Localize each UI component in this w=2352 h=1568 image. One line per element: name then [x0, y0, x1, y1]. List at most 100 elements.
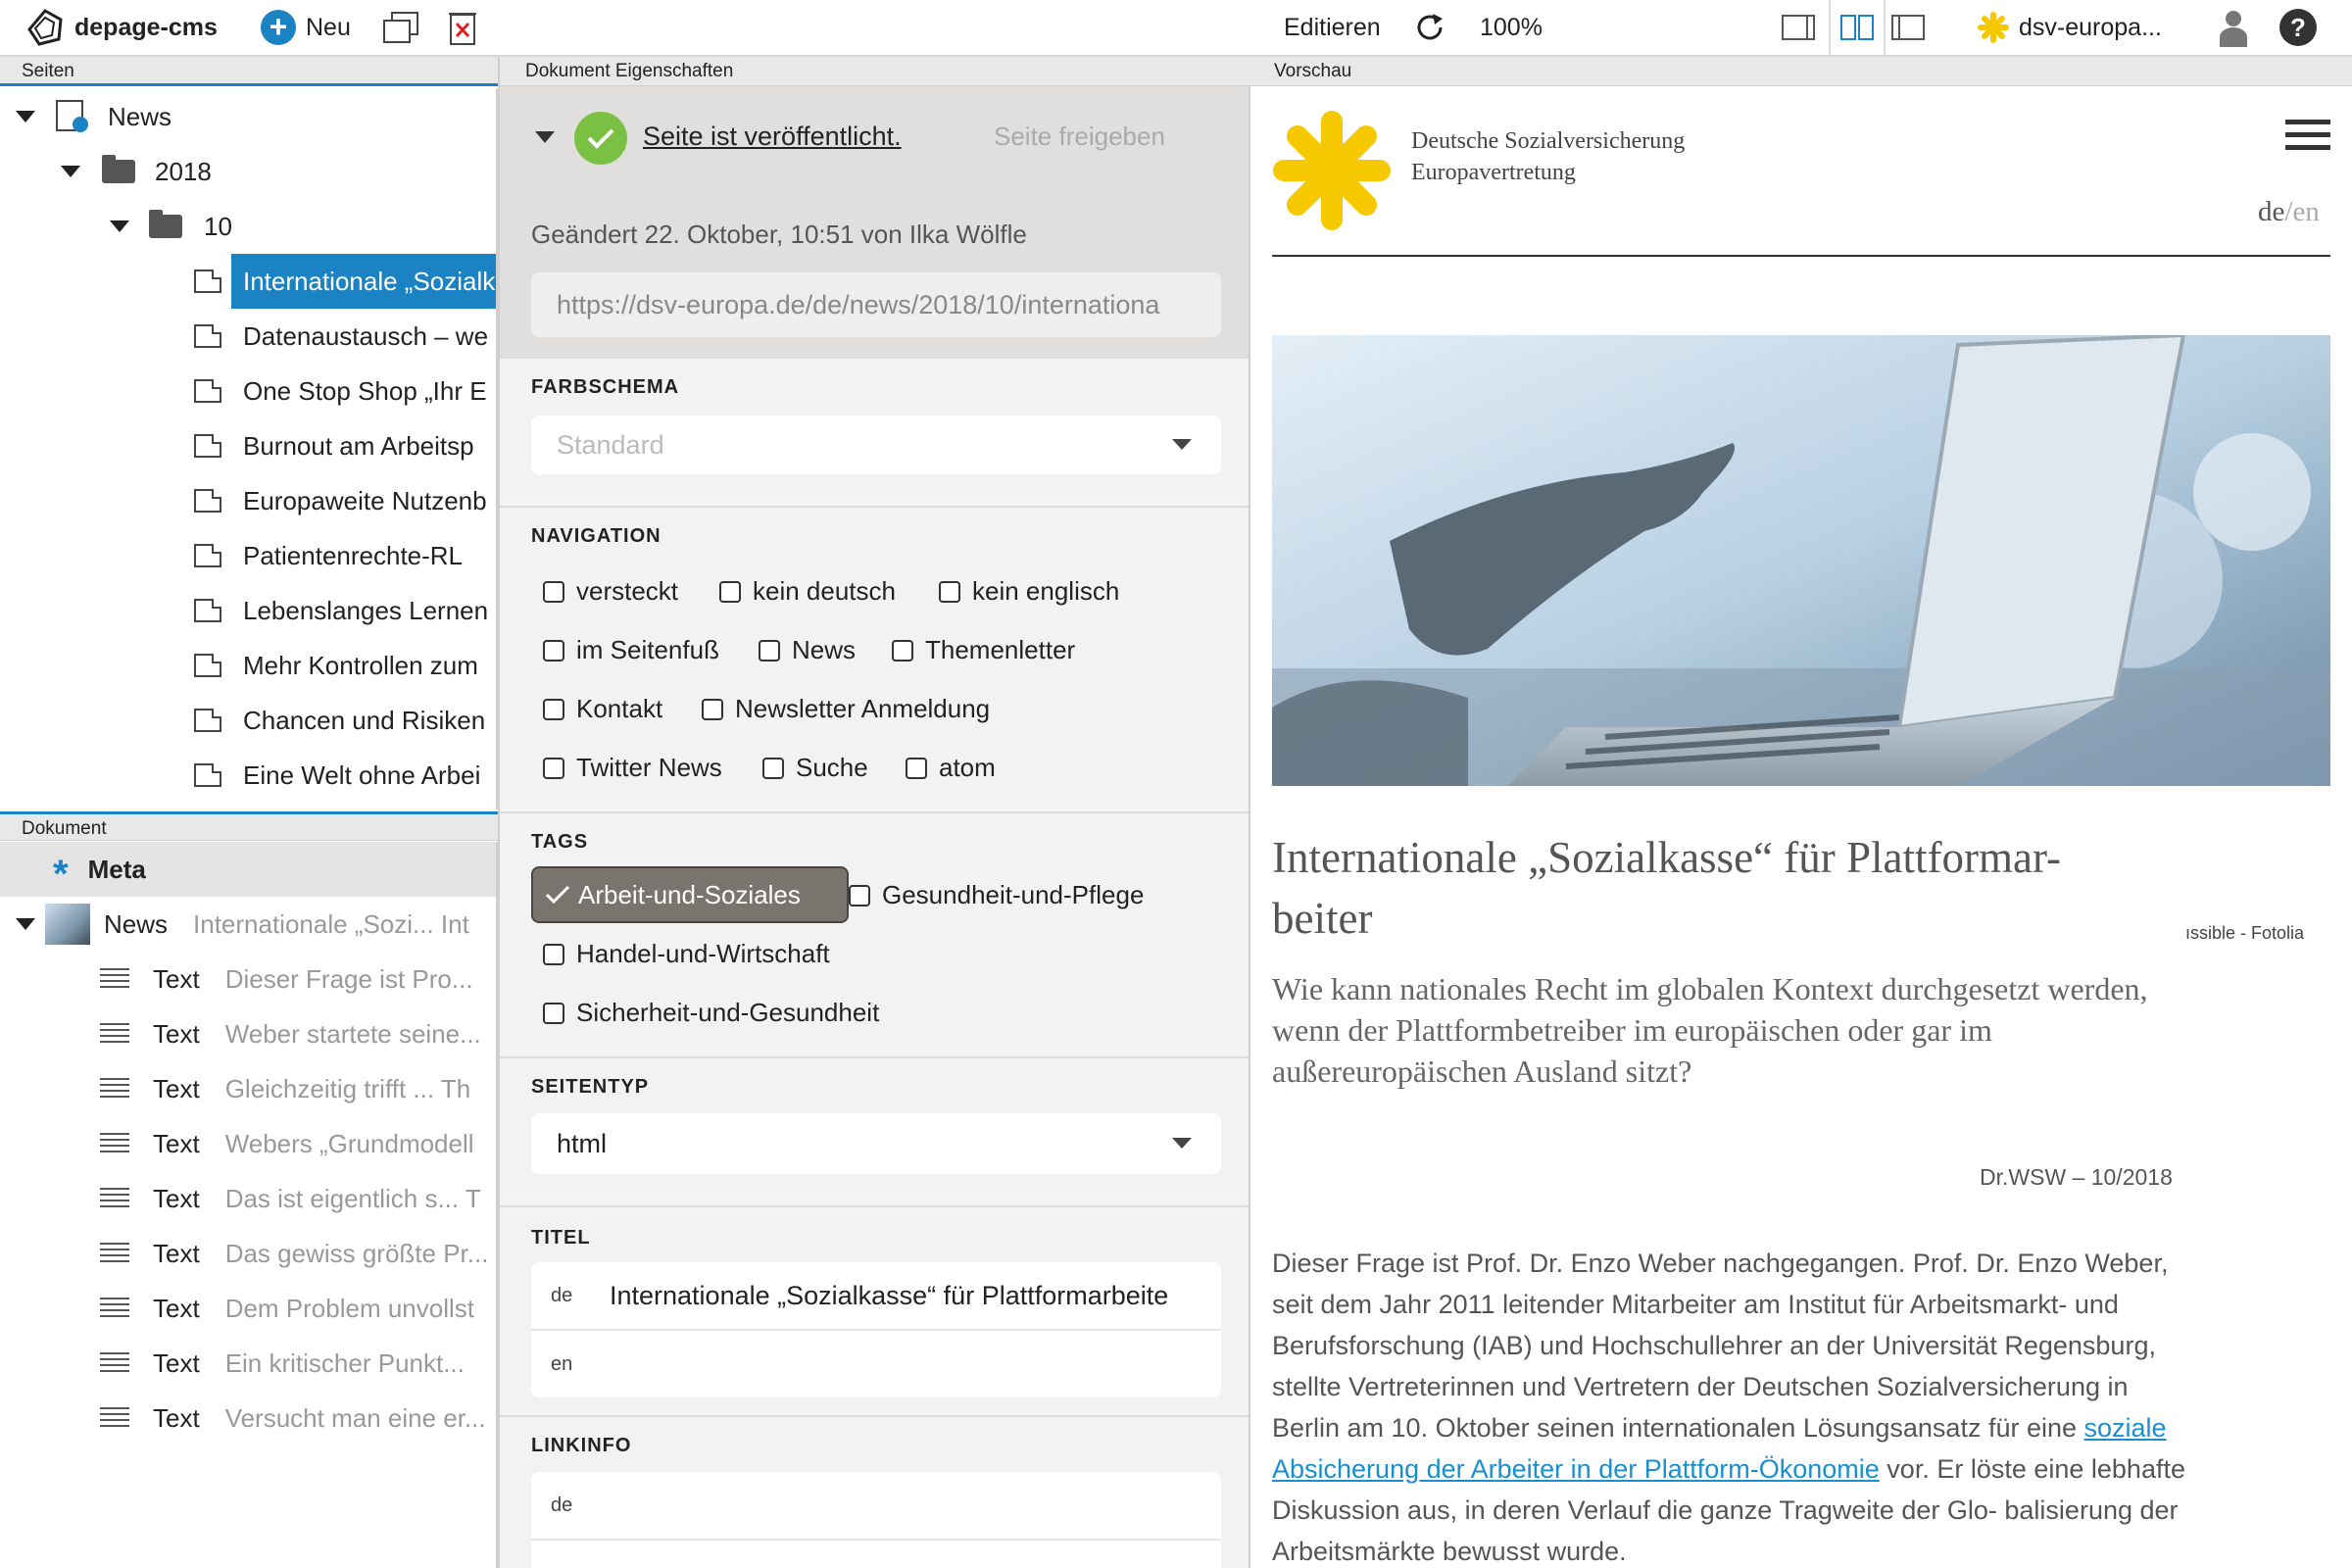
- doc-item-label: Meta: [87, 854, 146, 884]
- checkbox[interactable]: [702, 698, 723, 720]
- doc-item-text[interactable]: Text Weber startete seine...: [0, 1006, 481, 1061]
- title-de-value: Internationale „Sozialkasse“ für Plattfo…: [610, 1280, 1169, 1310]
- tree-item-page[interactable]: Lebenslanges Lernen: [0, 583, 488, 638]
- expand-triangle-icon[interactable]: [61, 166, 80, 177]
- title-en-field[interactable]: en: [531, 1331, 1221, 1397]
- check-icon: [545, 885, 570, 905]
- checkbox[interactable]: [543, 698, 564, 720]
- nav-checkbox-kein-deutsch[interactable]: kein deutsch: [719, 576, 896, 607]
- checkbox-label: im Seitenfuß: [576, 635, 719, 664]
- checkbox[interactable]: [543, 639, 564, 662]
- tree-item-page[interactable]: Burnout am Arbeitsp: [0, 418, 474, 473]
- layout-right-button[interactable]: [1891, 0, 1925, 55]
- published-status[interactable]: Seite ist veröffentlicht.: [643, 122, 902, 152]
- doc-item-text[interactable]: Text Versucht man eine er...: [0, 1391, 486, 1446]
- tree-label: Datenaustausch – we: [243, 320, 489, 351]
- chevron-down-icon: [1172, 439, 1192, 450]
- nav-checkbox-twitter-news[interactable]: Twitter News: [543, 753, 722, 783]
- tree-item-selected[interactable]: Internationale „Sozialkasse“: [0, 254, 496, 309]
- document-pane-header: Dokument: [0, 811, 498, 841]
- app-logo[interactable]: depage-cms: [25, 0, 218, 55]
- user-button[interactable]: [2217, 0, 2250, 55]
- page-icon: [194, 270, 221, 293]
- expand-triangle-icon[interactable]: [110, 220, 129, 232]
- tree-item-10[interactable]: 10: [0, 199, 232, 254]
- delete-button[interactable]: [447, 0, 478, 55]
- tree-item-2018[interactable]: 2018: [0, 144, 212, 199]
- tree-item-page[interactable]: Datenaustausch – we: [0, 309, 488, 364]
- doc-item-preview: Dieser Frage ist Pro...: [224, 963, 473, 994]
- nav-checkbox-versteckt[interactable]: versteckt: [543, 576, 678, 607]
- checkbox[interactable]: [849, 884, 870, 906]
- tree-item-page[interactable]: Patientenrechte-RL: [0, 528, 463, 583]
- tree-item-page[interactable]: Eine Welt ohne Arbei: [0, 748, 480, 803]
- nav-checkbox-kein-englisch[interactable]: kein englisch: [939, 576, 1119, 607]
- nav-checkbox-themenletter[interactable]: Themenletter: [892, 635, 1075, 665]
- checkbox[interactable]: [543, 580, 564, 603]
- tree-item-page[interactable]: Europaweite Nutzenb: [0, 473, 487, 528]
- page-icon: [194, 709, 221, 732]
- tree-item-page[interactable]: Mehr Kontrollen zum: [0, 638, 478, 693]
- doc-item-meta[interactable]: * Meta: [0, 842, 496, 897]
- linkinfo-de-field[interactable]: de: [531, 1472, 1221, 1541]
- pagetype-select[interactable]: html: [531, 1113, 1221, 1174]
- checkbox[interactable]: [762, 757, 784, 779]
- doc-item-text[interactable]: Text Das gewiss größte Pr...: [0, 1226, 488, 1281]
- layout-left-button[interactable]: [1782, 0, 1815, 55]
- lang-de-link[interactable]: de: [2258, 196, 2284, 227]
- doc-item-preview: Das ist eigentlich s... T: [224, 1183, 481, 1213]
- doc-item-text[interactable]: Text Dieser Frage ist Pro...: [0, 952, 473, 1006]
- lang-en-link[interactable]: en: [2292, 196, 2319, 227]
- tree-label: Europaweite Nutzenb: [243, 485, 487, 515]
- tag-handel-und-wirtschaft[interactable]: Handel-und-Wirtschaft: [543, 939, 830, 969]
- tag-gesundheit-und-pflege[interactable]: Gesundheit-und-Pflege: [849, 880, 1144, 910]
- tag-sicherheit-und-gesundheit[interactable]: Sicherheit-und-Gesundheit: [543, 998, 879, 1028]
- page-url-field[interactable]: https://dsv-europa.de/de/news/2018/10/in…: [531, 272, 1221, 337]
- nav-checkbox-news[interactable]: News: [759, 635, 856, 665]
- layout-split-button[interactable]: [1829, 0, 1886, 55]
- checkbox[interactable]: [719, 580, 741, 603]
- checkbox[interactable]: [906, 757, 927, 779]
- title-de-field[interactable]: de Internationale „Sozialkasse“ für Plat…: [531, 1262, 1221, 1331]
- doc-item-text[interactable]: Text Dem Problem unvollst: [0, 1281, 474, 1336]
- help-button[interactable]: ?: [2279, 0, 2317, 55]
- tree-item-page[interactable]: One Stop Shop „Ihr E: [0, 364, 487, 418]
- linkinfo-en-field[interactable]: [531, 1541, 1221, 1568]
- project-selector[interactable]: dsv-europa...: [1978, 0, 2162, 55]
- collapse-triangle-icon[interactable]: [535, 131, 555, 143]
- colorscheme-select[interactable]: Standard: [531, 416, 1221, 474]
- nav-checkbox-atom[interactable]: atom: [906, 753, 996, 783]
- checkbox[interactable]: [939, 580, 960, 603]
- nav-checkbox-newsletter-anmeldung[interactable]: Newsletter Anmeldung: [702, 694, 990, 724]
- article-lead: Wie kann nationales Recht im globalen Ko…: [1272, 971, 2148, 1089]
- doc-item-text[interactable]: Text Webers „Grundmodell: [0, 1116, 474, 1171]
- doc-item-text[interactable]: Text Gleichzeitig trifft ... Th: [0, 1061, 470, 1116]
- nav-checkbox-im-seitenfuß[interactable]: im Seitenfuß: [543, 635, 719, 665]
- tag-arbeit-und-soziales[interactable]: Arbeit-und-Soziales: [531, 866, 849, 923]
- checkbox[interactable]: [759, 639, 780, 662]
- tree-item-page[interactable]: Chancen und Risiken: [0, 693, 485, 748]
- nav-checkbox-kontakt[interactable]: Kontakt: [543, 694, 662, 724]
- checkbox[interactable]: [543, 943, 564, 965]
- nav-checkbox-suche[interactable]: Suche: [762, 753, 868, 783]
- new-button[interactable]: + Neu: [261, 0, 351, 55]
- doc-item-news[interactable]: News Internationale „Sozi... Int: [0, 897, 469, 952]
- release-page-button[interactable]: Seite freigeben: [994, 122, 1165, 152]
- checkbox[interactable]: [543, 757, 564, 779]
- app-name: depage-cms: [74, 13, 218, 41]
- page-icon: [194, 599, 221, 622]
- tree-item-news[interactable]: News: [0, 89, 172, 144]
- page-icon: [194, 434, 221, 458]
- reload-button[interactable]: [1413, 0, 1446, 55]
- chevron-down-icon: [1172, 1138, 1192, 1149]
- doc-item-text[interactable]: Text Ein kritischer Punkt...: [0, 1336, 465, 1391]
- doc-item-text[interactable]: Text Das ist eigentlich s... T: [0, 1171, 481, 1226]
- hamburger-menu-icon[interactable]: [2285, 120, 2330, 151]
- checkbox[interactable]: [543, 1002, 564, 1024]
- checkbox[interactable]: [892, 639, 913, 662]
- duplicate-button[interactable]: [380, 0, 421, 55]
- expand-triangle-icon[interactable]: [16, 111, 35, 122]
- zoom-level[interactable]: 100%: [1480, 0, 1543, 55]
- expand-triangle-icon[interactable]: [16, 918, 35, 930]
- edit-button[interactable]: Editieren: [1284, 0, 1381, 55]
